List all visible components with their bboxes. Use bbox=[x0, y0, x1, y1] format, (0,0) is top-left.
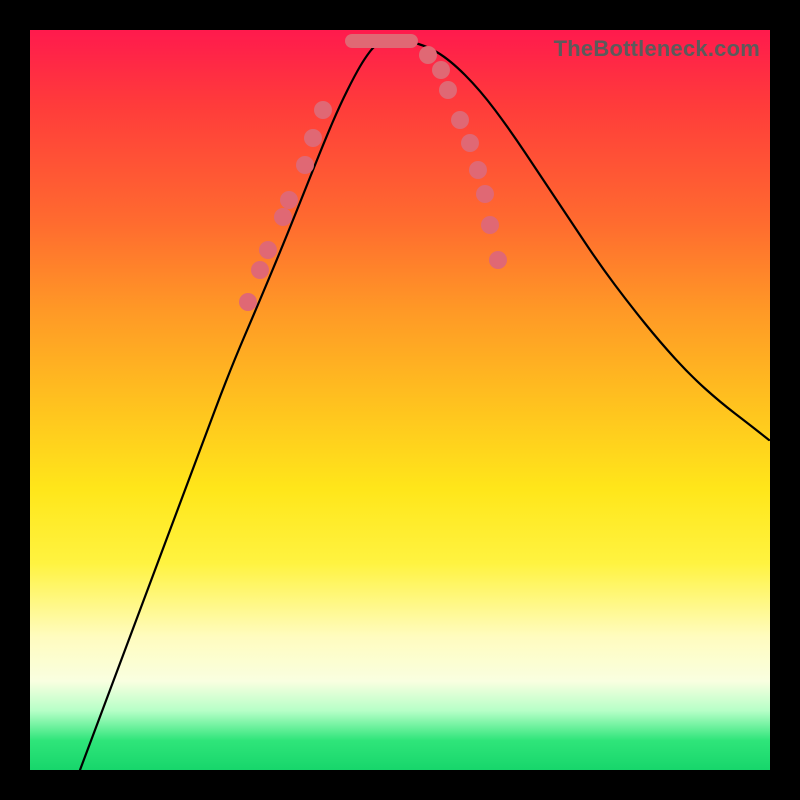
curve-marker-dot bbox=[259, 241, 277, 259]
curve-marker-dot bbox=[489, 251, 507, 269]
curve-marker-dot bbox=[239, 293, 257, 311]
curve-marker-dot bbox=[251, 261, 269, 279]
curve-marker-dot bbox=[304, 129, 322, 147]
curve-trough-segment bbox=[345, 34, 418, 48]
chart-frame: TheBottleneck.com bbox=[0, 0, 800, 800]
curve-marker-dot bbox=[296, 156, 314, 174]
curve-marker-dot bbox=[280, 191, 298, 209]
curve-marker-dot bbox=[481, 216, 499, 234]
curve-marker-dot bbox=[432, 61, 450, 79]
curve-marker-dot bbox=[451, 111, 469, 129]
curve-marker-dot bbox=[469, 161, 487, 179]
bottleneck-curve bbox=[30, 30, 770, 770]
curve-marker-dot bbox=[439, 81, 457, 99]
curve-marker-dot bbox=[476, 185, 494, 203]
curve-marker-dot bbox=[314, 101, 332, 119]
curve-marker-dot bbox=[274, 208, 292, 226]
plot-area: TheBottleneck.com bbox=[30, 30, 770, 770]
curve-marker-dot bbox=[419, 46, 437, 64]
curve-marker-dot bbox=[461, 134, 479, 152]
